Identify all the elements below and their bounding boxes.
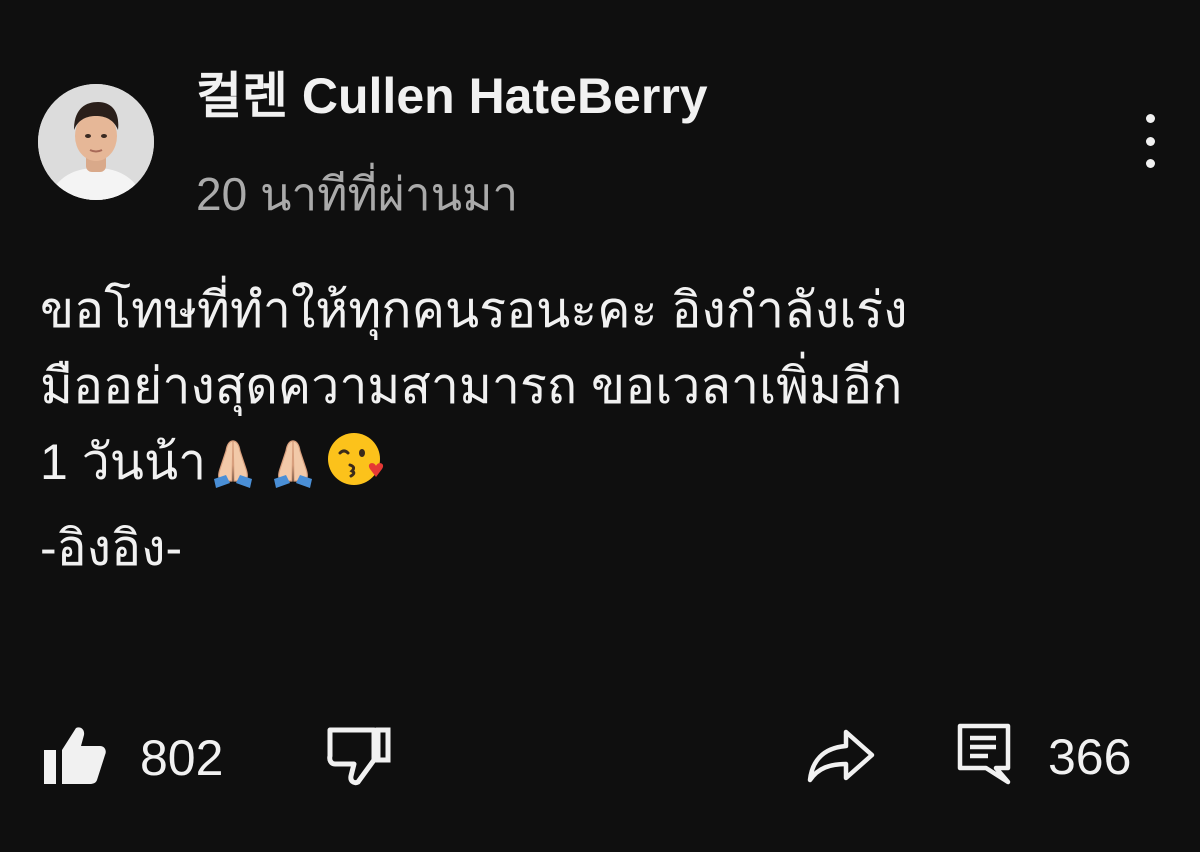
post-body-line: มืออย่างสุดความสามารถ ขอเวลาเพิ่มอีก [40,358,903,414]
comments-button[interactable]: 366 [956,722,1131,791]
like-button[interactable]: 802 [42,724,223,791]
more-vert-icon[interactable] [1128,108,1172,174]
kebab-dot [1145,136,1155,146]
thumbs-up-icon [42,724,108,791]
kebab-dot [1145,159,1155,168]
dislike-button[interactable] [326,724,392,791]
post-signature: -อิงอิง- [40,520,183,576]
face-blowing-kiss-icon [326,429,386,510]
avatar-image [38,84,154,200]
thumbs-down-icon [326,724,392,791]
avatar[interactable] [38,84,154,200]
author-name[interactable]: 컬렌 Cullen HateBerry [196,64,708,128]
folded-hands-icon [266,434,320,510]
community-post: 컬렌 Cullen HateBerry 20 นาทีที่ผ่านมา ขอโ… [0,0,1200,852]
comment-icon [956,722,1012,791]
like-count: 802 [140,729,224,786]
post-body-line: ขอโทษที่ทำให้ทุกคนรอนะคะ อิงกำลังเร่ง [40,282,908,338]
post-timestamp: 20 นาทีที่ผ่านมา [196,168,519,220]
post-body: ขอโทษที่ทำให้ทุกคนรอนะคะ อิงกำลังเร่ง มื… [40,272,1170,586]
post-body-line-with-emoji: 1 วันน้า [40,424,1170,510]
share-icon [806,728,876,789]
kebab-dot [1145,114,1155,123]
post-body-text: 1 วันน้า [40,434,207,490]
reply-count: 366 [1048,728,1132,785]
action-bar: 802 366 [0,710,1200,800]
folded-hands-icon [206,434,260,510]
share-button[interactable] [806,728,876,789]
